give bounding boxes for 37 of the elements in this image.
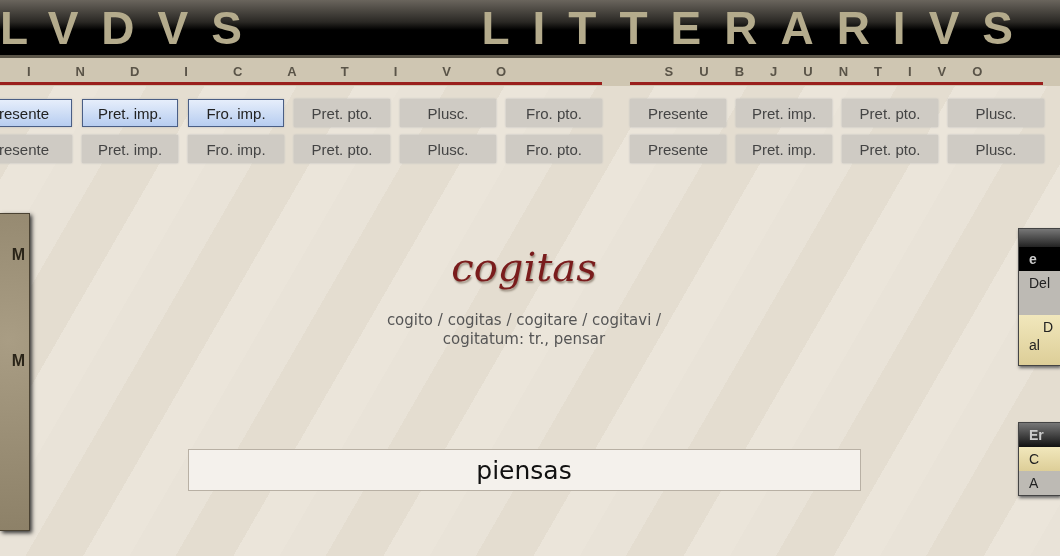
tense-button[interactable]: Fro. pto.	[506, 135, 602, 163]
tense-button[interactable]: Plusc.	[400, 99, 496, 127]
tense-button[interactable]: Pret. pto.	[294, 135, 390, 163]
panel-text: Del	[1029, 274, 1051, 292]
panel-label: M	[11, 352, 25, 370]
mood-heading: INDICATIVO	[26, 63, 552, 81]
tense-button[interactable]: Pret. pto.	[842, 99, 938, 127]
tense-button[interactable]: Plusc.	[948, 99, 1044, 127]
verb-form: cogitas	[451, 243, 597, 291]
tense-button[interactable]: Pret. imp.	[82, 99, 178, 127]
tense-button[interactable]: Plusc.	[400, 135, 496, 163]
panel-text: C	[1029, 450, 1041, 468]
panel-text: al	[1029, 336, 1040, 354]
panel-text: Er	[1029, 426, 1045, 444]
tense-button[interactable]: resente	[0, 99, 72, 127]
tense-button[interactable]: Pret. imp.	[736, 99, 832, 127]
tense-button[interactable]: resente	[0, 135, 72, 163]
tense-button[interactable]: Pret. pto.	[842, 135, 938, 163]
tense-button[interactable]: Plusc.	[948, 135, 1044, 163]
tense-button[interactable]: Fro. imp.	[188, 99, 284, 127]
panel-text: A	[1029, 474, 1040, 492]
panel-label: M	[11, 246, 25, 264]
tense-button[interactable]: Presente	[630, 135, 726, 163]
tense-button[interactable]: Fro. imp.	[188, 135, 284, 163]
tense-button[interactable]: Pret. pto.	[294, 99, 390, 127]
app-title: LVDVS	[0, 2, 265, 53]
answer-field[interactable]: piensas	[187, 449, 861, 491]
panel-text: D	[1042, 318, 1054, 336]
tense-button[interactable]: Pret. imp.	[736, 135, 832, 163]
panel-text: e	[1029, 250, 1038, 268]
tense-button[interactable]: Fro. pto.	[506, 99, 602, 127]
app-title: LITTERARIVS	[481, 2, 1036, 53]
tense-button[interactable]: Presente	[630, 99, 726, 127]
mood-heading: SUBJUNTIVO	[664, 63, 1009, 81]
tense-button[interactable]: Pret. imp.	[82, 135, 178, 163]
verb-definition: cogito / cogitas / cogitare / cogitavi / cogitatum: tr., pensar	[385, 311, 663, 349]
panel-title-bar	[1019, 229, 1060, 247]
